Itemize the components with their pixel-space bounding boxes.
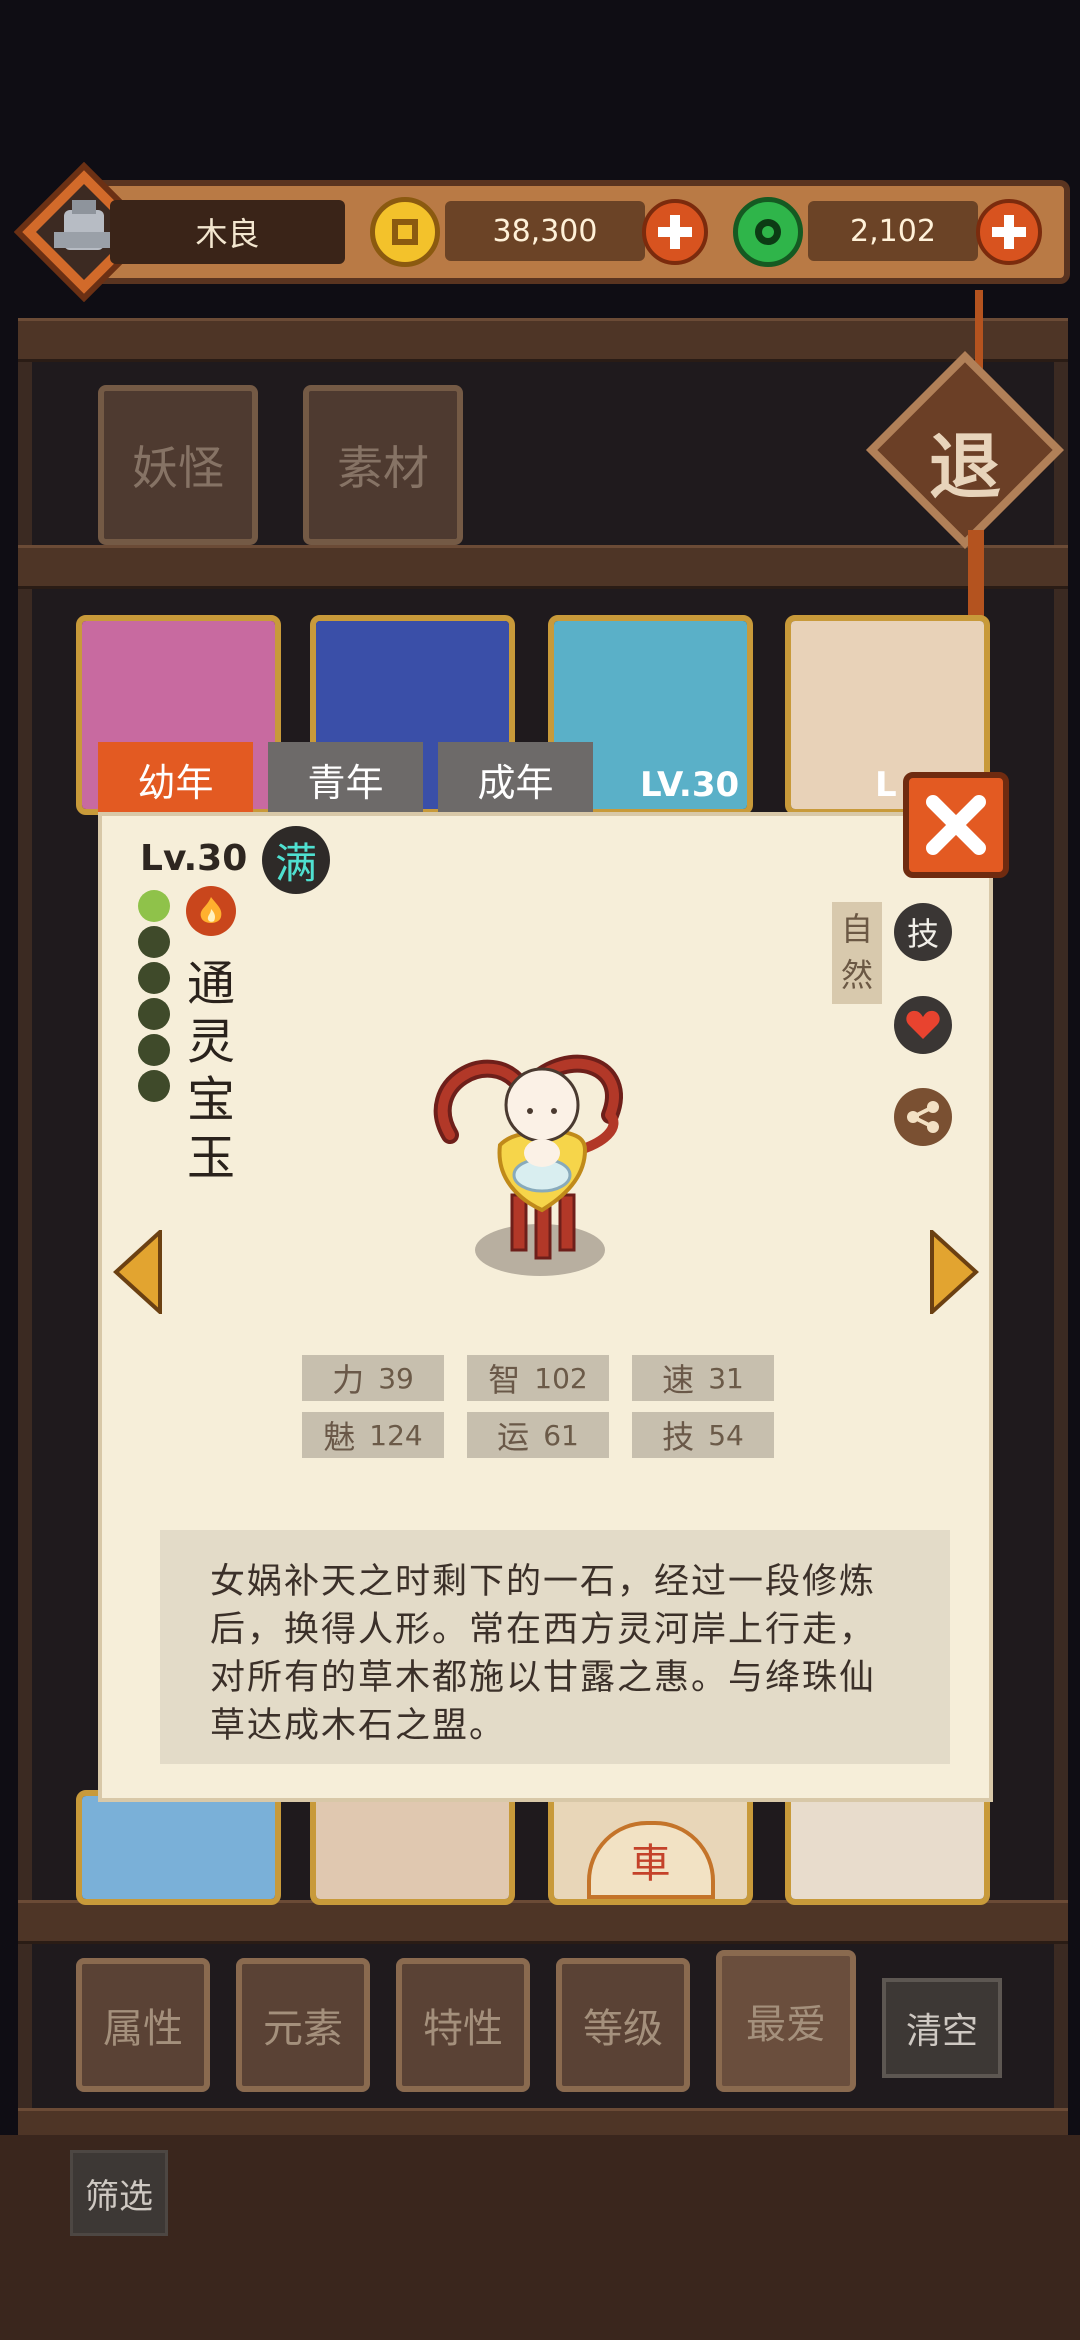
element-tag: 自 然	[832, 902, 882, 1004]
tab-juvenile[interactable]: 幼年	[98, 742, 253, 816]
tab-monsters[interactable]: 妖怪	[98, 385, 258, 545]
heart-icon	[906, 1010, 940, 1039]
monster-level: Lv.30	[140, 838, 248, 879]
tab-materials[interactable]: 素材	[303, 385, 463, 545]
monster-card[interactable]	[76, 1790, 281, 1905]
add-gold-button[interactable]	[642, 199, 708, 265]
screen-button[interactable]: 筛选	[70, 2150, 168, 2236]
jade-icon	[733, 197, 803, 267]
gold-amount: 38,300	[445, 201, 645, 261]
level-dot	[138, 926, 170, 958]
filter-attribute[interactable]: 属性	[76, 1958, 210, 2092]
monster-card[interactable]: 車	[548, 1790, 753, 1905]
player-name: 木良	[110, 200, 345, 264]
stat-skill: 技 54	[632, 1412, 774, 1458]
close-icon	[926, 795, 986, 855]
card-level: L	[875, 765, 897, 805]
filter-favorite[interactable]: 最爱	[716, 1950, 856, 2092]
filter-level[interactable]: 等级	[556, 1958, 690, 2092]
monster-description: 女娲补天之时剩下的一石，经过一段修炼后，换得人形。常在西方灵河岸上行走，对所有的…	[160, 1530, 950, 1764]
chevron-left-icon	[113, 1227, 162, 1317]
max-badge: 满	[262, 826, 330, 894]
clear-button[interactable]: 清空	[882, 1978, 1002, 2078]
shelf-beam-top	[18, 318, 1068, 362]
tab-adult[interactable]: 成年	[438, 742, 593, 816]
share-icon	[907, 1101, 939, 1133]
monster-card[interactable]	[310, 1790, 515, 1905]
add-jade-button[interactable]	[976, 199, 1042, 265]
shelf-beam-upper	[18, 545, 1068, 589]
bottom-card-glyph: 車	[586, 1821, 715, 1899]
monster-name: 通 灵 宝 玉	[186, 956, 235, 1186]
retreat-tassel	[968, 530, 984, 620]
next-arrow-button[interactable]	[928, 1227, 980, 1318]
stat-intelligence: 智 102	[467, 1355, 609, 1401]
skill-button[interactable]: 技	[894, 903, 952, 961]
monster-card[interactable]	[785, 1790, 990, 1905]
level-dot	[138, 998, 170, 1030]
stat-speed: 速 31	[632, 1355, 774, 1401]
filter-trait[interactable]: 特性	[396, 1958, 530, 2092]
close-button[interactable]	[903, 772, 1009, 878]
shelf-beam-lower	[18, 1900, 1068, 1944]
level-dot	[138, 890, 170, 922]
stat-strength: 力 39	[302, 1355, 444, 1401]
filter-element[interactable]: 元素	[236, 1958, 370, 2092]
card-level: LV.30	[640, 765, 740, 805]
level-dot	[138, 1070, 170, 1102]
chevron-right-icon	[930, 1227, 979, 1317]
favorite-button[interactable]	[894, 996, 952, 1054]
level-dot	[138, 1034, 170, 1066]
share-button[interactable]	[894, 1088, 952, 1146]
retreat-label[interactable]: 退	[905, 400, 1025, 520]
gold-coin-icon	[370, 197, 440, 267]
stat-charm: 魅 124	[302, 1412, 444, 1458]
fire-element-icon	[186, 886, 236, 936]
previous-arrow-button[interactable]	[112, 1227, 164, 1318]
monster-portrait	[410, 1025, 640, 1289]
level-dot	[138, 962, 170, 994]
stat-luck: 运 61	[467, 1412, 609, 1458]
jade-amount: 2,102	[808, 201, 978, 261]
tab-youth[interactable]: 青年	[268, 742, 423, 816]
